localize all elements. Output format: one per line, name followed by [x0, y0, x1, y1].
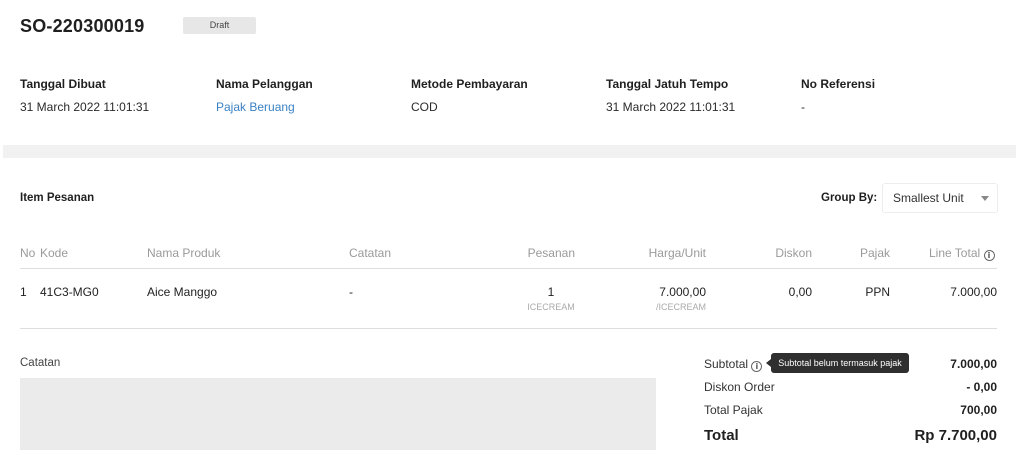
section-divider — [3, 145, 1016, 158]
col-header-line-total-label: Line Total — [929, 246, 981, 260]
created-date-label: Tanggal Dibuat — [20, 77, 106, 91]
reference-value: - — [801, 100, 805, 114]
table-bottom-divider — [20, 328, 997, 329]
subtotal-label-text: Subtotal — [704, 357, 749, 371]
notes-label: Catatan — [20, 357, 61, 369]
subtotal-tooltip: Subtotal belum termasuk pajak — [766, 353, 909, 373]
payment-method-label: Metode Pembayaran — [411, 77, 528, 91]
row-no: 1 — [20, 285, 27, 299]
order-discount-value: - 0,00 — [966, 380, 997, 394]
customer-link[interactable]: Pajak Beruang — [216, 100, 295, 114]
row-kode: 41C3-MG0 — [40, 285, 99, 299]
status-badge: Draft — [183, 17, 256, 34]
order-discount-label: Diskon Order — [704, 380, 775, 394]
subtotal-value: 7.000,00 — [950, 357, 997, 371]
row-nama-produk: Aice Manggo — [147, 285, 218, 299]
col-header-line-total: Line Total i — [929, 246, 995, 261]
chevron-down-icon — [981, 196, 989, 201]
col-header-harga-unit: Harga/Unit — [648, 246, 706, 260]
subtotal-label: Subtotal i — [704, 357, 763, 372]
row-qty-unit: ICECREAM — [527, 302, 575, 312]
row-pajak: PPN — [865, 285, 890, 299]
notes-textarea[interactable] — [20, 378, 656, 450]
table-header-divider — [20, 268, 997, 269]
due-date-value: 31 March 2022 11:01:31 — [606, 100, 736, 114]
row-qty: 1 — [547, 285, 555, 299]
row-catatan: - — [349, 285, 353, 299]
row-line-total: 7.000,00 — [950, 285, 997, 299]
items-section-title: Item Pesanan — [20, 192, 95, 204]
row-harga-unit: 7.000,00 — [659, 285, 706, 299]
col-header-pesanan: Pesanan — [527, 246, 575, 260]
info-circle-icon[interactable]: i — [983, 250, 995, 261]
col-header-kode: Kode — [40, 246, 69, 260]
created-date-value: 31 March 2022 11:01:31 — [20, 100, 150, 114]
grand-total-label: Total — [704, 427, 739, 444]
grand-total-value: Rp 7.700,00 — [914, 427, 997, 444]
group-by-select[interactable]: Smallest Unit — [882, 183, 998, 213]
customer-label: Nama Pelanggan — [216, 77, 313, 91]
reference-label: No Referensi — [801, 77, 876, 91]
info-circle-icon[interactable]: i — [751, 361, 763, 372]
total-tax-label: Total Pajak — [704, 403, 763, 417]
col-header-no: No — [20, 246, 36, 260]
row-diskon: 0,00 — [788, 285, 812, 299]
total-tax-value: 700,00 — [960, 403, 997, 417]
row-harga-unit-label: /ICECREAM — [655, 302, 706, 312]
due-date-label: Tanggal Jatuh Tempo — [606, 77, 729, 91]
order-id: SO-220300019 — [20, 16, 145, 36]
col-header-nama-produk: Nama Produk — [147, 246, 221, 260]
col-header-diskon: Diskon — [775, 246, 812, 260]
group-by-value: Smallest Unit — [893, 191, 964, 205]
payment-method-value: COD — [411, 100, 438, 114]
group-by-label: Group By: — [821, 192, 878, 204]
col-header-pajak: Pajak — [859, 246, 890, 260]
col-header-catatan: Catatan — [349, 246, 392, 260]
